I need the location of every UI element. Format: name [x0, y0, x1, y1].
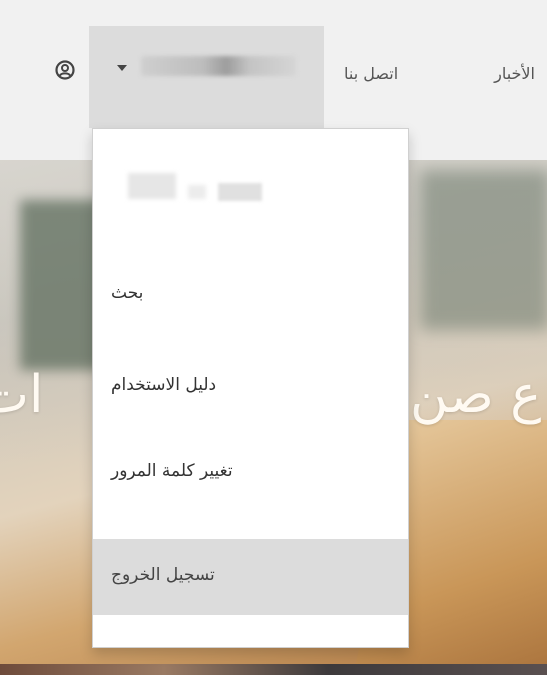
- menu-item-label: تسجيل الخروج: [111, 565, 215, 585]
- menu-item-label: تغيير كلمة المرور: [111, 461, 233, 481]
- menu-item-label: دليل الاستخدام: [111, 375, 217, 395]
- hero-bg-shape: [420, 170, 547, 330]
- user-circle-icon[interactable]: [55, 60, 75, 80]
- nav-link-contact[interactable]: اتصل بنا: [344, 64, 398, 83]
- caret-down-icon: [117, 65, 127, 71]
- user-menu-toggle[interactable]: [89, 26, 324, 128]
- user-dropdown-menu: بحث دليل الاستخدام تغيير كلمة المرور تسج…: [92, 128, 409, 648]
- menu-item-user-guide[interactable]: دليل الاستخدام: [93, 349, 408, 425]
- username-redacted: [141, 56, 296, 76]
- redacted-block: [218, 183, 262, 201]
- hero-heading-fragment: ع صن: [410, 365, 542, 425]
- menu-item-change-password[interactable]: تغيير كلمة المرور: [93, 435, 408, 511]
- menu-item-label: بحث: [111, 283, 144, 303]
- hero-heading-fragment: ات: [0, 365, 44, 425]
- nav-link-news[interactable]: الأخبار: [494, 64, 535, 83]
- bottom-image-strip: [0, 664, 547, 675]
- redacted-block: [128, 173, 176, 199]
- menu-item-logout[interactable]: تسجيل الخروج: [93, 539, 408, 615]
- menu-item-search[interactable]: بحث: [93, 257, 408, 333]
- redacted-block: [188, 185, 206, 199]
- dropdown-header-redacted: [128, 173, 278, 203]
